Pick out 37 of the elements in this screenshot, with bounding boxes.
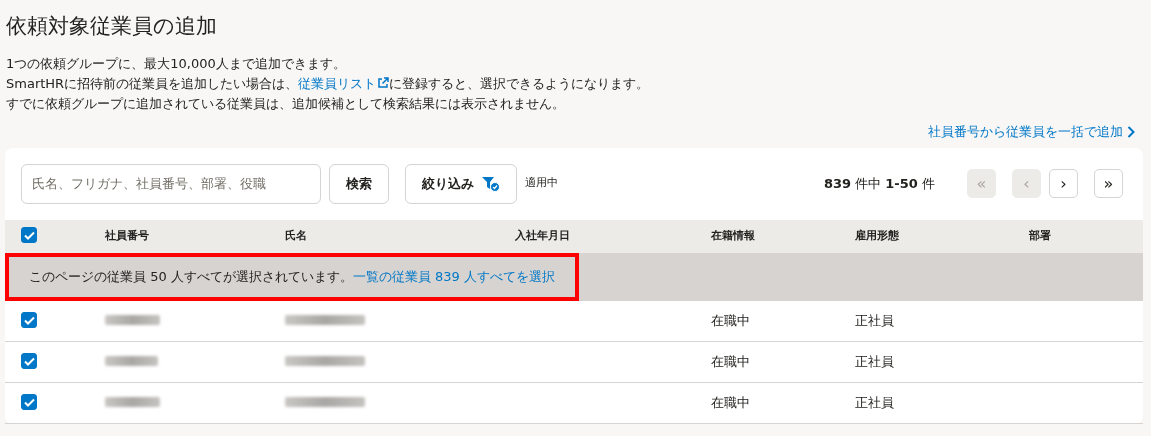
chevron-right-icon [1127,125,1135,138]
column-header: 部署 [1029,228,1051,242]
filter-check-icon [482,175,500,192]
search-button[interactable]: 検索 [329,163,389,204]
external-link-icon [377,77,390,89]
table-cell: 在職中 [711,312,750,328]
description-text: SmartHRに招待前の従業員を追加したい場合は、従業員リスト に登録すると、選択できるようになります。 [6,75,651,93]
description-text: すでに依頼グループに追加されている従業員は、追加候補として検索結果には表示されません。 [6,95,566,113]
column-header: 在籍情報 [711,228,755,242]
filter-status: 適用中 [525,175,558,192]
description-text: 1つの依頼グループに、最大10,000人まで追加できます。 [6,55,347,73]
row-checkbox[interactable] [21,353,37,370]
blurred-text [105,355,158,366]
column-header: 入社年月日 [515,228,570,242]
table-cell: 正社員 [855,394,894,410]
last-page-button[interactable]: » [1094,169,1123,198]
column-header: 雇用形態 [855,228,899,242]
result-count: 839 件中 1-50 件 [823,174,935,193]
filter-button[interactable]: 絞り込み [405,163,517,204]
blurred-text [105,396,160,407]
search-field[interactable]: 氏名、フリガナ、社員番号、部署、役職 [21,163,321,204]
next-page-button[interactable]: › [1049,169,1078,198]
table-cell: 正社員 [855,353,894,369]
select-all-link[interactable]: 一覧の従業員 839 人すべてを選択 [352,266,555,287]
select-all-checkbox[interactable] [21,227,37,243]
employee-list-link[interactable]: 従業員リスト [298,76,390,91]
row-checkbox[interactable] [21,394,37,411]
selection-message: このページの従業員 50 人すべてが選択されています。 [29,267,353,286]
bulk-add-link[interactable]: 社員番号から従業員を一括で追加 [928,122,1135,142]
row-checkbox[interactable] [21,312,37,329]
table-cell: 在職中 [711,353,750,369]
table-cell: 正社員 [855,312,894,328]
column-header: 社員番号 [105,228,149,242]
blurred-text [105,314,160,325]
table-cell: 在職中 [711,394,750,410]
column-header: 氏名 [285,228,307,242]
page-title: 依頼対象従業員の追加 [5,13,218,40]
